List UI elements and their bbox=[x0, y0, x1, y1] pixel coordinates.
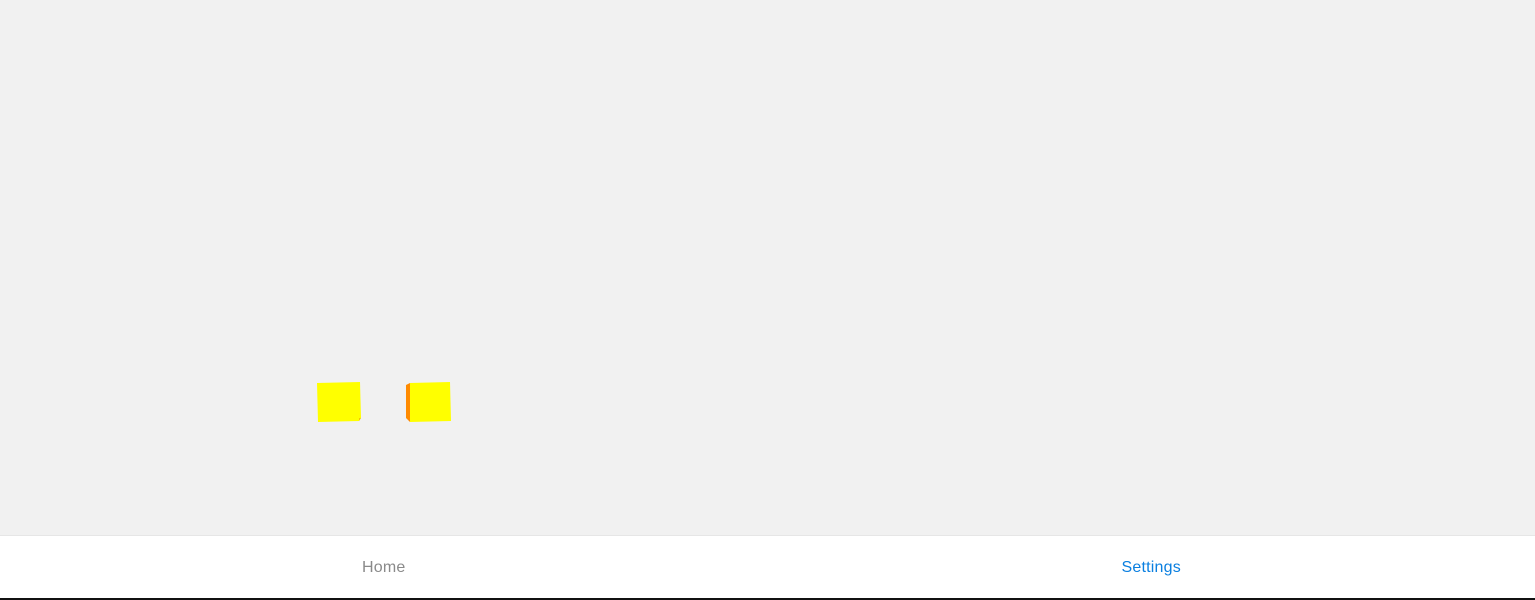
cube-object[interactable] bbox=[405, 382, 451, 422]
cube-right-shape bbox=[406, 382, 451, 422]
tab-settings[interactable]: Settings bbox=[768, 536, 1535, 598]
tab-settings-label: Settings bbox=[1121, 559, 1181, 576]
bottom-tab-bar: Home Settings bbox=[0, 535, 1535, 598]
cube-object[interactable] bbox=[317, 382, 361, 422]
tab-home-label: Home bbox=[362, 559, 406, 576]
3d-scene-canvas[interactable] bbox=[0, 0, 1535, 535]
cube-left-shape bbox=[317, 382, 361, 422]
app-root: Home Settings bbox=[0, 0, 1535, 600]
tab-home[interactable]: Home bbox=[0, 536, 768, 598]
